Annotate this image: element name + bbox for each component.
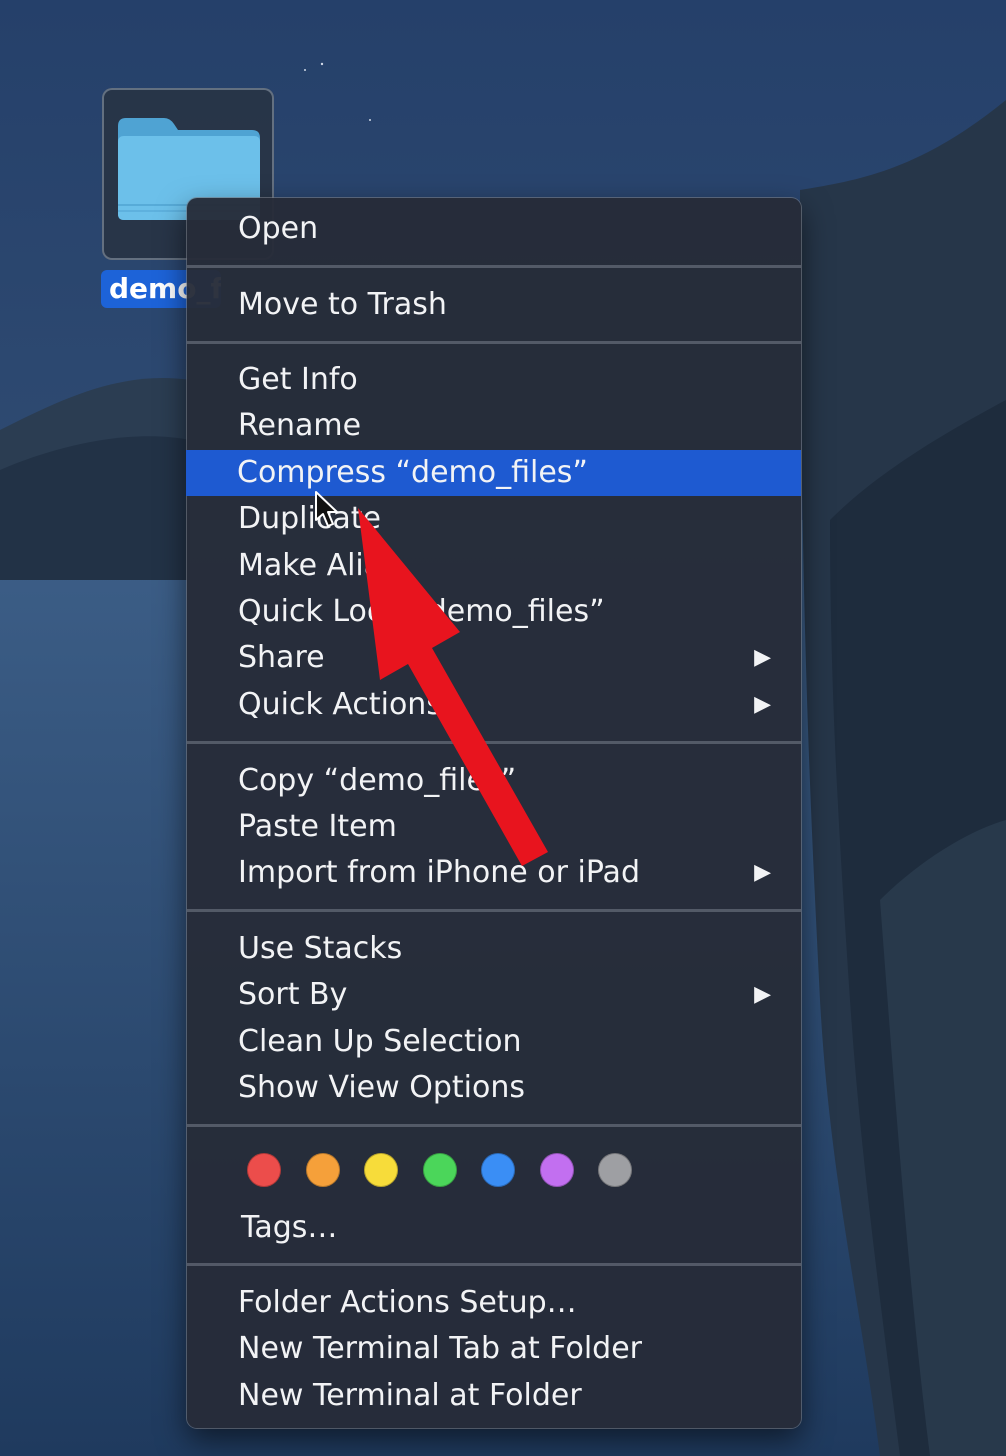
menu-item-label: New Terminal Tab at Folder [238,1331,643,1366]
menu-item-label: Share [238,640,325,675]
menu-item-show-view-options[interactable]: Show View Options [187,1065,801,1111]
menu-item-label: New Terminal at Folder [238,1378,582,1413]
menu-item-label: Duplicate [238,501,381,536]
submenu-arrow-icon: ▶ [754,692,771,717]
menu-item-label: Quick Look “demo_files” [238,594,605,629]
tag-gray-dot[interactable] [598,1153,632,1187]
menu-item-copy[interactable]: Copy “demo_files” [187,758,801,804]
tag-green-dot[interactable] [422,1153,457,1187]
menu-item-folder-actions-setup[interactable]: Folder Actions Setup… [187,1280,801,1326]
menu-separator [187,909,801,912]
mouse-pointer-icon [315,491,338,527]
menu-item-label: Get Info [238,362,358,397]
menu-separator [187,1263,801,1266]
tag-yellow-dot[interactable] [364,1153,398,1187]
submenu-arrow-icon: ▶ [754,860,771,885]
menu-item-label: Tags… [241,1210,338,1245]
menu-item-paste-item[interactable]: Paste Item [187,804,801,850]
menu-item-quick-look[interactable]: Quick Look “demo_files” [187,589,801,635]
menu-item-new-terminal-tab[interactable]: New Terminal Tab at Folder [187,1326,801,1372]
submenu-arrow-icon: ▶ [754,982,771,1007]
menu-item-compress[interactable]: Compress “demo_files” [186,450,801,496]
menu-item-make-alias[interactable]: Make Alias [187,543,801,589]
menu-item-sort-by[interactable]: Sort By ▶ [187,972,801,1018]
menu-separator [187,1124,801,1127]
tag-blue-dot[interactable] [481,1153,515,1187]
menu-item-label: Folder Actions Setup… [238,1285,577,1320]
menu-item-rename[interactable]: Rename [187,403,801,449]
context-menu: Open Move to Trash Get Info Rename Compr… [186,198,801,1428]
menu-item-label: Copy “demo_files” [238,763,517,798]
menu-item-label: Quick Actions [238,687,442,722]
menu-item-label: Move to Trash [238,287,447,322]
menu-item-get-info[interactable]: Get Info [187,357,801,403]
menu-item-import-from-iphone[interactable]: Import from iPhone or iPad ▶ [187,850,801,896]
menu-item-label: Make Alias [238,548,398,583]
menu-item-quick-actions[interactable]: Quick Actions ▶ [187,682,801,728]
menu-item-label: Compress “demo_files” [237,455,588,490]
menu-item-label: Rename [238,408,362,443]
menu-separator [187,741,801,744]
menu-item-move-to-trash[interactable]: Move to Trash [187,282,801,328]
menu-item-tags[interactable]: Tags… [187,1205,801,1251]
menu-item-new-terminal[interactable]: New Terminal at Folder [187,1373,801,1419]
tag-orange-dot[interactable] [305,1153,340,1187]
menu-item-label: Paste Item [238,809,397,844]
menu-item-label: Show View Options [238,1070,525,1105]
submenu-arrow-icon: ▶ [754,645,771,670]
tag-purple-dot[interactable] [539,1153,574,1187]
tag-red-dot[interactable] [247,1153,281,1187]
menu-item-open[interactable]: Open [187,206,801,252]
menu-item-label: Open [238,211,319,246]
menu-item-clean-up-selection[interactable]: Clean Up Selection [187,1019,801,1065]
menu-item-duplicate[interactable]: Duplicate [187,496,801,542]
menu-item-label: Use Stacks [238,931,403,966]
menu-separator [187,265,801,268]
menu-item-share[interactable]: Share ▶ [187,635,801,681]
menu-separator [187,341,801,344]
menu-item-label: Clean Up Selection [238,1024,522,1059]
menu-item-label: Import from iPhone or iPad [238,855,640,890]
menu-item-label: Sort By [238,977,348,1012]
menu-item-use-stacks[interactable]: Use Stacks [187,926,801,972]
